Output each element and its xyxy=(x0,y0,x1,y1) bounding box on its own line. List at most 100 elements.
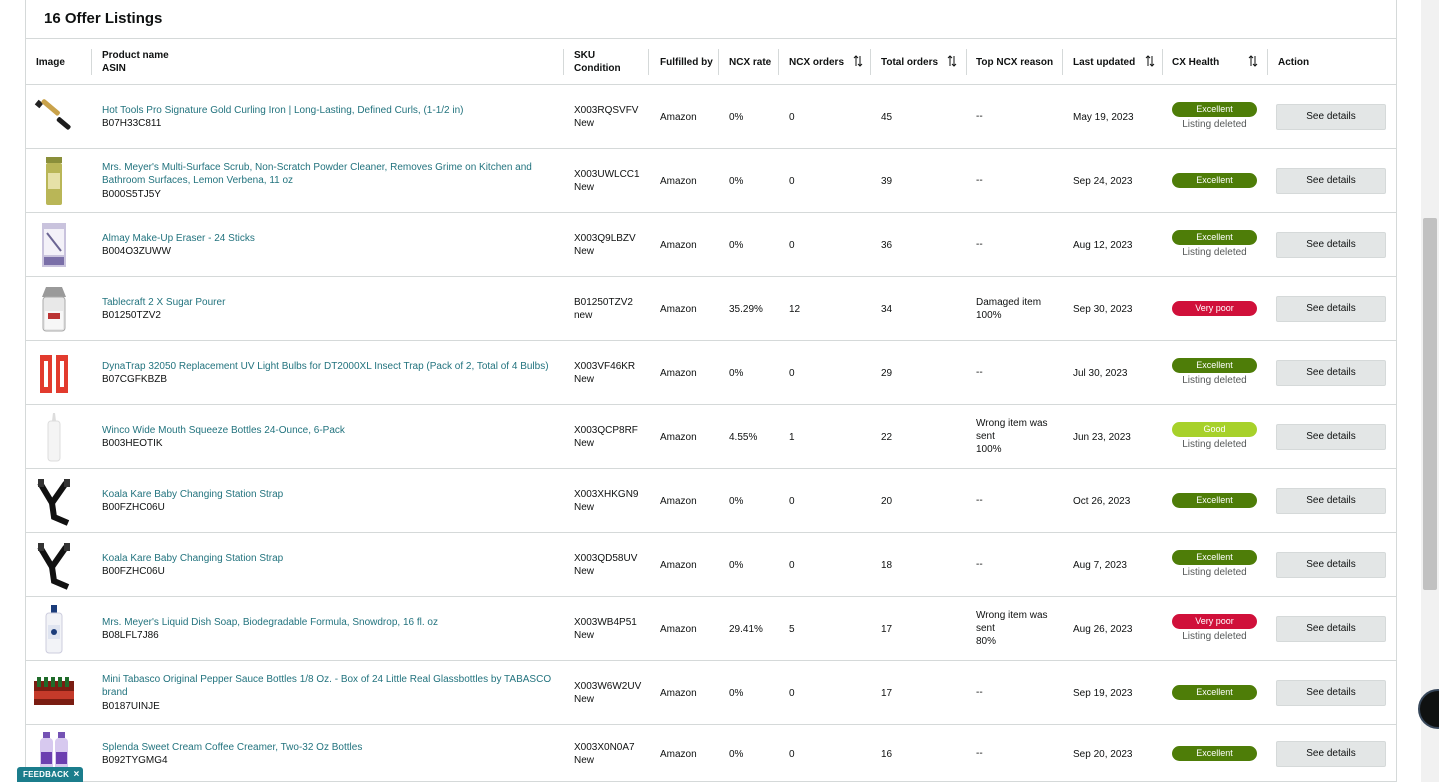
reason-line: sent xyxy=(976,431,995,442)
cx-health-badge: Excellent xyxy=(1172,230,1257,245)
fulfilled-by-value: Amazon xyxy=(660,560,697,571)
total-orders-value: 17 xyxy=(881,624,893,635)
top-ncx-reason-value: -- xyxy=(976,747,1058,760)
see-details-button[interactable]: See details xyxy=(1276,741,1386,767)
condition-value: New xyxy=(574,566,595,577)
fulfilled-by-value: Amazon xyxy=(660,496,697,507)
reason-line: -- xyxy=(976,559,983,570)
listing-status-note: Listing deleted xyxy=(1182,119,1247,130)
fulfilled-by-value: Amazon xyxy=(660,368,697,379)
asin-value: B0187UINJE xyxy=(102,701,160,712)
product-name-link[interactable]: DynaTrap 32050 Replacement UV Light Bulb… xyxy=(102,360,552,373)
product-name-link[interactable]: Tablecraft 2 X Sugar Pourer xyxy=(102,296,552,309)
reason-line: -- xyxy=(976,111,983,122)
asin-value: B08LFL7J86 xyxy=(102,630,159,641)
last-updated-value: Jul 30, 2023 xyxy=(1073,368,1128,379)
ncx-rate-value: 35.29% xyxy=(729,304,763,315)
cx-health-badge: Good xyxy=(1172,422,1257,437)
see-details-button[interactable]: See details xyxy=(1276,232,1386,258)
makeup-eraser-image xyxy=(34,219,74,271)
feedback-tab[interactable]: FEEDBACK × xyxy=(17,767,83,782)
sort-icon[interactable] xyxy=(853,55,863,67)
condition-value: New xyxy=(574,630,595,641)
product-name-link[interactable]: Mini Tabasco Original Pepper Sauce Bottl… xyxy=(102,673,552,699)
see-details-button[interactable]: See details xyxy=(1276,104,1386,130)
ncx-orders-value: 1 xyxy=(789,432,795,443)
scrollbar-thumb[interactable] xyxy=(1423,218,1437,590)
see-details-button[interactable]: See details xyxy=(1276,552,1386,578)
offer-listings-panel: 16 Offer Listings Image Product name ASIN… xyxy=(25,0,1397,782)
curling-iron-image xyxy=(34,91,74,143)
listing-status-note: Listing deleted xyxy=(1182,375,1247,386)
column-divider xyxy=(718,49,719,75)
page-scrollbar[interactable] xyxy=(1421,0,1439,782)
total-orders-value: 22 xyxy=(881,432,893,443)
see-details-button[interactable]: See details xyxy=(1276,360,1386,386)
total-orders-value: 45 xyxy=(881,112,893,123)
table-row: Koala Kare Baby Changing Station Strap B0… xyxy=(26,533,1396,597)
see-details-button[interactable]: See details xyxy=(1276,488,1386,514)
see-details-button[interactable]: See details xyxy=(1276,168,1386,194)
ncx-orders-value: 0 xyxy=(789,496,795,507)
total-orders-value: 36 xyxy=(881,240,893,251)
sort-icon[interactable] xyxy=(1248,55,1258,67)
top-ncx-reason-value: Wrong item was sent 100% xyxy=(976,417,1058,456)
product-name-link[interactable]: Winco Wide Mouth Squeeze Bottles 24-Ounc… xyxy=(102,424,552,437)
column-total-orders[interactable]: Total orders xyxy=(881,39,938,85)
top-ncx-reason-value: -- xyxy=(976,110,1058,123)
cx-health-badge: Excellent xyxy=(1172,102,1257,117)
reason-line: Damaged item xyxy=(976,297,1042,308)
reason-line: 100% xyxy=(976,444,1002,455)
cx-health-badge: Very poor xyxy=(1172,301,1257,316)
last-updated-value: Sep 20, 2023 xyxy=(1073,749,1133,760)
see-details-button[interactable]: See details xyxy=(1276,424,1386,450)
listing-status-note: Listing deleted xyxy=(1182,247,1247,258)
column-last-updated[interactable]: Last updated xyxy=(1073,39,1135,85)
total-orders-value: 39 xyxy=(881,176,893,187)
product-name-link[interactable]: Splenda Sweet Cream Coffee Creamer, Two-… xyxy=(102,741,552,754)
column-divider xyxy=(1267,49,1268,75)
product-name-link[interactable]: Mrs. Meyer's Liquid Dish Soap, Biodegrad… xyxy=(102,616,552,629)
sku-value: X003XHKGN9 xyxy=(574,489,639,500)
top-ncx-reason-value: -- xyxy=(976,686,1058,699)
sku-value: B01250TZV2 xyxy=(574,297,633,308)
product-name-link[interactable]: Hot Tools Pro Signature Gold Curling Iro… xyxy=(102,104,552,117)
asin-value: B000S5TJ5Y xyxy=(102,189,161,200)
reason-line: -- xyxy=(976,239,983,250)
ncx-rate-value: 0% xyxy=(729,240,744,251)
column-divider xyxy=(966,49,967,75)
cx-health-badge: Excellent xyxy=(1172,493,1257,508)
sku-value: X003Q9LBZV xyxy=(574,233,636,244)
reason-line: 80% xyxy=(976,636,997,647)
product-name-link[interactable]: Koala Kare Baby Changing Station Strap xyxy=(102,488,552,501)
column-ncx-orders[interactable]: NCX orders xyxy=(789,39,844,85)
total-orders-value: 17 xyxy=(881,688,893,699)
ncx-orders-value: 0 xyxy=(789,368,795,379)
column-divider xyxy=(870,49,871,75)
total-orders-value: 34 xyxy=(881,304,893,315)
see-details-button[interactable]: See details xyxy=(1276,680,1386,706)
see-details-button[interactable]: See details xyxy=(1276,296,1386,322)
condition-value: New xyxy=(574,118,595,129)
last-updated-value: Sep 19, 2023 xyxy=(1073,688,1133,699)
sort-icon[interactable] xyxy=(947,55,957,67)
close-icon[interactable]: × xyxy=(73,769,79,780)
column-cx-health[interactable]: CX Health xyxy=(1172,39,1219,85)
product-name-link[interactable]: Koala Kare Baby Changing Station Strap xyxy=(102,552,552,565)
total-orders-value: 16 xyxy=(881,749,893,760)
product-name-link[interactable]: Mrs. Meyer's Multi-Surface Scrub, Non-Sc… xyxy=(102,161,552,187)
condition-value: new xyxy=(574,310,593,321)
see-details-button[interactable]: See details xyxy=(1276,616,1386,642)
sort-icon[interactable] xyxy=(1145,55,1155,67)
ncx-rate-value: 0% xyxy=(729,496,744,507)
condition-value: New xyxy=(574,502,595,513)
product-name-link[interactable]: Almay Make-Up Eraser - 24 Sticks xyxy=(102,232,552,245)
top-ncx-reason-value: -- xyxy=(976,558,1058,571)
condition-value: New xyxy=(574,694,595,705)
column-sku: SKU Condition xyxy=(574,50,621,74)
fulfilled-by-value: Amazon xyxy=(660,749,697,760)
asin-value: B00FZHC06U xyxy=(102,502,165,513)
column-divider xyxy=(648,49,649,75)
sku-value: X003QCP8RF xyxy=(574,425,638,436)
asin-value: B07CGFKBZB xyxy=(102,374,168,385)
